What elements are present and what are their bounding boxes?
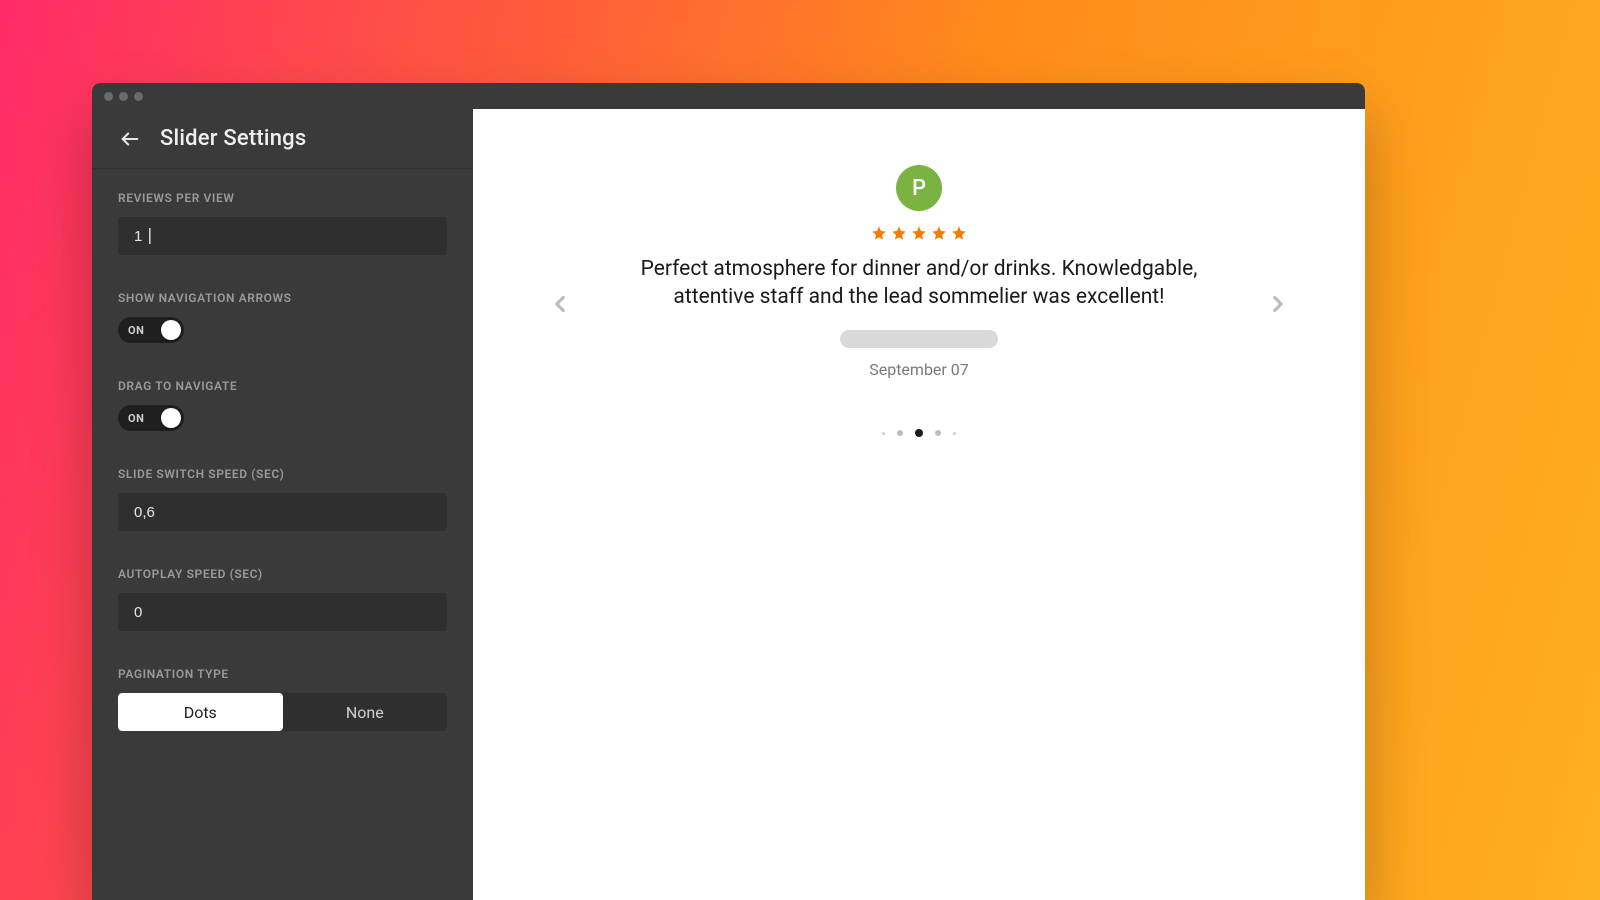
star-icon [891,225,907,241]
text-cursor-icon: | [145,225,155,244]
toggle-state-label: ON [128,324,144,337]
field-label: SHOW NAVIGATION ARROWS [118,291,447,305]
field-drag-to-navigate: DRAG TO NAVIGATE ON [118,379,447,431]
star-icon [911,225,927,241]
slide-speed-input[interactable] [118,493,447,531]
toggle-state-label: ON [128,412,144,425]
pagination-option-dots[interactable]: Dots [118,693,283,731]
settings-sidebar: Slider Settings REVIEWS PER VIEW | SHOW … [92,109,473,900]
field-slide-speed: SLIDE SWITCH SPEED (SEC) [118,467,447,531]
pagination-dots [882,429,956,437]
toggle-knob [161,408,181,428]
settings-window: Slider Settings REVIEWS PER VIEW | SHOW … [92,83,1365,900]
sidebar-header: Slider Settings [92,109,473,169]
sidebar-content: REVIEWS PER VIEW | SHOW NAVIGATION ARROW… [92,169,473,741]
review-date: September 07 [869,360,969,379]
slider-preview: P Perfect atmosphere for dinner and/or d… [473,109,1365,900]
pagination-dot[interactable] [882,432,885,435]
author-placeholder [840,330,998,348]
review-text: Perfect atmosphere for dinner and/or dri… [619,255,1219,312]
field-autoplay-speed: AUTOPLAY SPEED (SEC) [118,567,447,631]
field-label: PAGINATION TYPE [118,667,447,681]
field-reviews-per-view: REVIEWS PER VIEW | [118,191,447,255]
window-titlebar [92,83,1365,109]
prev-arrow-button[interactable] [545,289,575,319]
pagination-dot-active[interactable] [915,429,923,437]
field-label: DRAG TO NAVIGATE [118,379,447,393]
review-card: P Perfect atmosphere for dinner and/or d… [539,165,1299,379]
chevron-left-icon [547,291,573,317]
star-icon [871,225,887,241]
app-background: Slider Settings REVIEWS PER VIEW | SHOW … [0,0,1600,900]
arrow-left-icon [119,128,141,150]
traffic-light-zoom[interactable] [134,92,143,101]
star-rating [871,225,967,241]
pagination-dot[interactable] [953,432,956,435]
chevron-right-icon [1265,291,1291,317]
traffic-light-minimize[interactable] [119,92,128,101]
pagination-dot[interactable] [935,430,941,436]
star-icon [951,225,967,241]
drag-toggle[interactable]: ON [118,405,184,431]
star-icon [931,225,947,241]
pagination-dot[interactable] [897,430,903,436]
next-arrow-button[interactable] [1263,289,1293,319]
window-body: Slider Settings REVIEWS PER VIEW | SHOW … [92,109,1365,900]
field-pagination-type: PAGINATION TYPE Dots None [118,667,447,731]
pagination-option-none[interactable]: None [283,693,448,731]
page-title: Slider Settings [160,126,306,151]
pagination-segmented-control: Dots None [118,693,447,731]
autoplay-speed-input[interactable] [118,593,447,631]
toggle-knob [161,320,181,340]
back-button[interactable] [116,125,144,153]
field-label: SLIDE SWITCH SPEED (SEC) [118,467,447,481]
traffic-light-close[interactable] [104,92,113,101]
avatar: P [896,165,942,211]
field-label: AUTOPLAY SPEED (SEC) [118,567,447,581]
field-label: REVIEWS PER VIEW [118,191,447,205]
field-show-nav-arrows: SHOW NAVIGATION ARROWS ON [118,291,447,343]
show-arrows-toggle[interactable]: ON [118,317,184,343]
reviews-per-view-input[interactable] [118,217,447,255]
